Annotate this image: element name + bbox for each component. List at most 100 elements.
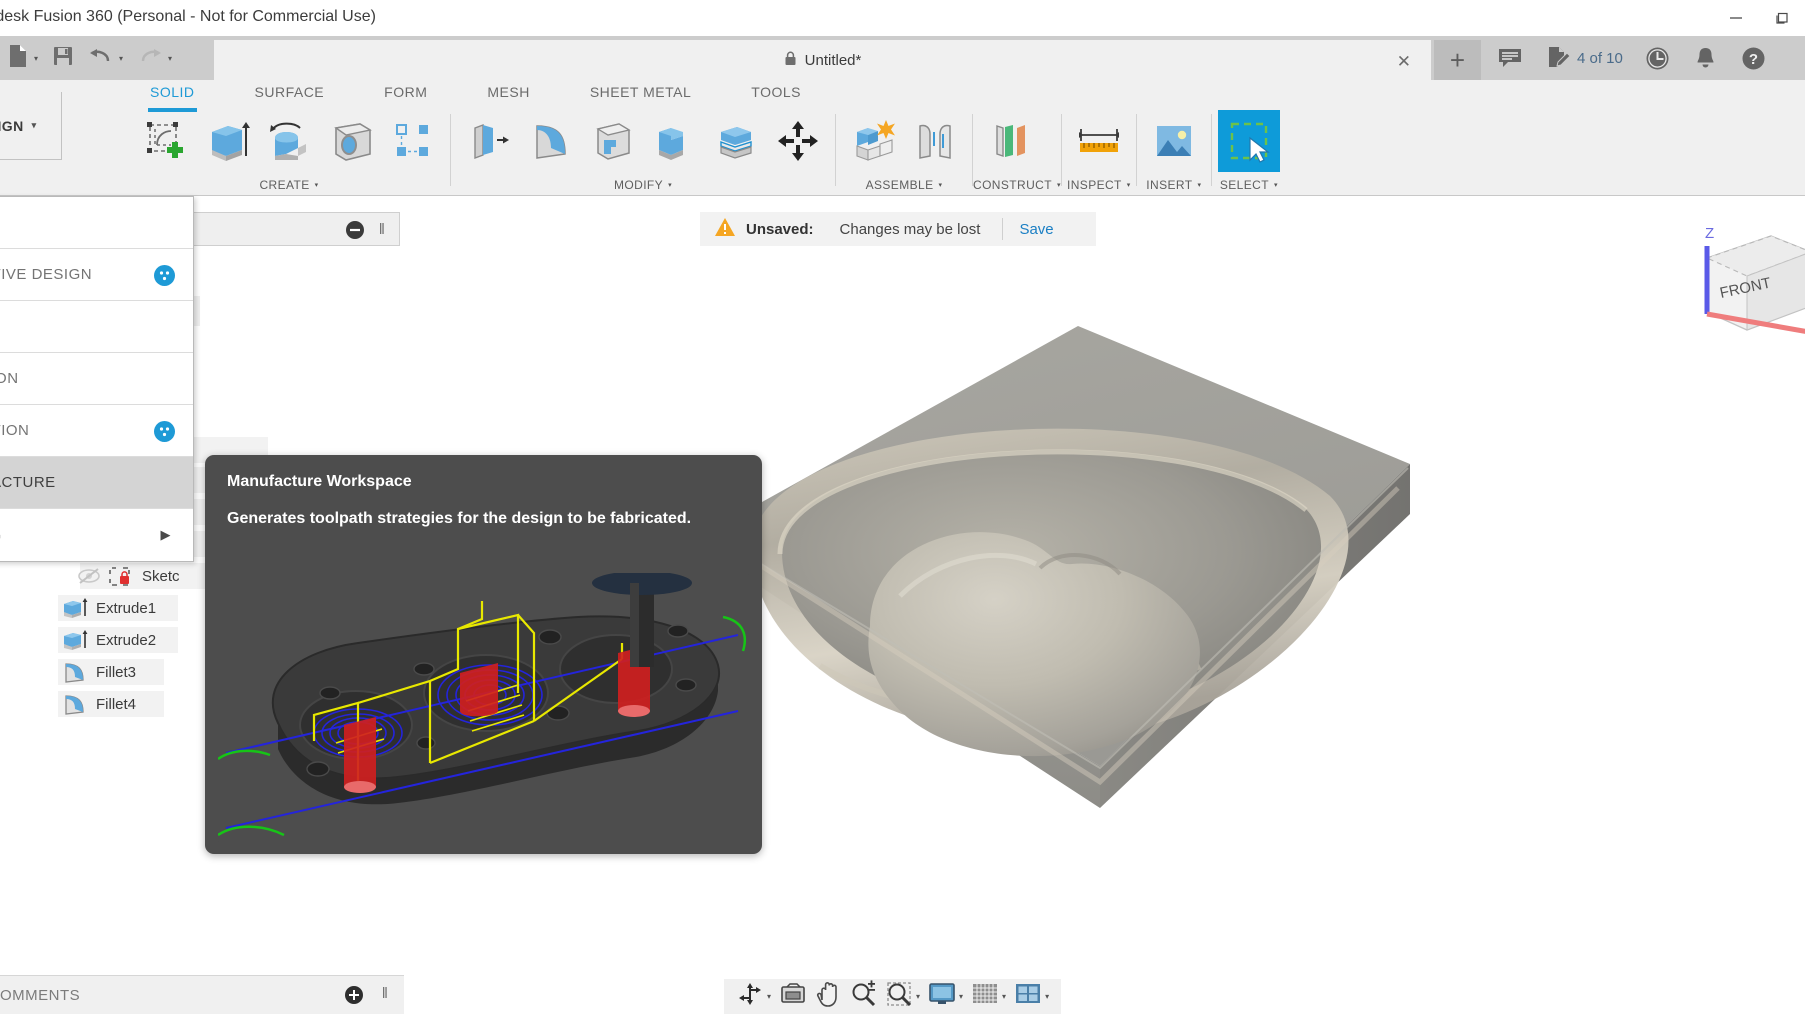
comment-icon[interactable] bbox=[1487, 36, 1533, 80]
tab-surface[interactable]: SURFACE bbox=[225, 80, 355, 106]
tab-solid[interactable]: SOLID bbox=[120, 80, 225, 112]
zoom-button[interactable] bbox=[845, 979, 881, 1014]
chevron-down-icon: ▾ bbox=[119, 53, 124, 63]
tab-tools[interactable]: TOOLS bbox=[721, 80, 831, 106]
new-sketch-icon[interactable] bbox=[134, 110, 196, 172]
grid-snaps-button[interactable]: ▾ bbox=[967, 979, 1010, 1014]
panel-modify-tools bbox=[451, 108, 835, 174]
panel-grip[interactable]: ‖ bbox=[379, 221, 385, 238]
minimize-button[interactable] bbox=[1713, 0, 1759, 36]
help-icon[interactable]: ? bbox=[1731, 36, 1777, 80]
divider bbox=[1002, 218, 1004, 240]
close-document-icon[interactable]: ✕ bbox=[1397, 52, 1411, 72]
pan-button[interactable] bbox=[811, 979, 845, 1014]
new-document-button[interactable]: ▾ bbox=[0, 36, 45, 80]
display-settings-icon bbox=[928, 981, 956, 1012]
panel-modify-label[interactable]: MODIFY ▾ bbox=[451, 174, 835, 196]
select-window-icon[interactable] bbox=[1217, 110, 1280, 172]
pattern-icon[interactable] bbox=[382, 110, 444, 172]
title-bar: todesk Fusion 360 (Personal - Not for Co… bbox=[0, 0, 1805, 36]
panel-inspect-label[interactable]: INSPECT ▾ bbox=[1062, 174, 1136, 196]
bell-icon[interactable] bbox=[1683, 36, 1729, 80]
extrude-icon[interactable] bbox=[196, 110, 258, 172]
unsaved-notification-bar: Unsaved: Changes may be lost Save bbox=[700, 212, 1096, 246]
comments-bar[interactable]: OMMENTS ‖ bbox=[0, 975, 404, 1014]
panel-select: SELECT ▾ bbox=[1212, 108, 1286, 196]
viewports-icon bbox=[1014, 981, 1042, 1012]
collapse-icon[interactable] bbox=[345, 220, 365, 245]
add-comment-icon[interactable] bbox=[344, 985, 364, 1009]
quick-access-right: 4 of 10 ? bbox=[1487, 36, 1777, 80]
new-tab-button[interactable]: + bbox=[1434, 40, 1481, 80]
panel-select-label[interactable]: SELECT ▾ bbox=[1212, 174, 1286, 196]
new-component-icon[interactable] bbox=[842, 110, 904, 172]
restore-button[interactable] bbox=[1759, 0, 1805, 36]
revolve-icon[interactable] bbox=[258, 110, 320, 172]
panel-assemble-label[interactable]: ASSEMBLE ▾ bbox=[836, 174, 972, 196]
workspace-menu-item-render[interactable]: NDER bbox=[0, 301, 193, 353]
zoom-window-icon bbox=[885, 980, 913, 1013]
panel-assemble-label-text: ASSEMBLE bbox=[865, 178, 934, 192]
combine-icon[interactable] bbox=[643, 110, 705, 172]
chevron-down-icon: ▾ bbox=[34, 53, 39, 63]
workspace-menu-item-drawing[interactable]: AWING ▶ bbox=[0, 509, 193, 561]
press-pull-icon[interactable] bbox=[457, 110, 519, 172]
tab-form[interactable]: FORM bbox=[354, 80, 457, 106]
workspace-menu-item-simulation[interactable]: MULATION bbox=[0, 405, 193, 457]
panel-construct: CONSTRUCT ▾ bbox=[973, 108, 1061, 196]
measure-icon[interactable] bbox=[1068, 110, 1130, 172]
viewports-button[interactable]: ▾ bbox=[1010, 979, 1053, 1014]
save-button[interactable] bbox=[45, 36, 81, 80]
hole-icon[interactable] bbox=[320, 110, 382, 172]
joint-icon[interactable] bbox=[904, 110, 966, 172]
tab-mesh[interactable]: MESH bbox=[457, 80, 559, 106]
ribbon: SOLID SURFACE FORM MESH SHEET METAL TOOL… bbox=[0, 80, 1805, 196]
zoom-window-button[interactable]: ▾ bbox=[881, 979, 924, 1014]
panel-assemble-tools bbox=[836, 108, 972, 174]
workspace-menu-item-manufacture[interactable]: ANUFACTURE bbox=[0, 457, 193, 509]
insert-image-icon[interactable] bbox=[1143, 110, 1205, 172]
fillet-icon[interactable] bbox=[519, 110, 581, 172]
display-settings-button[interactable]: ▾ bbox=[924, 979, 967, 1014]
app-title: todesk Fusion 360 (Personal - Not for Co… bbox=[0, 8, 376, 25]
tooltip-title: Manufacture Workspace bbox=[227, 473, 412, 490]
workspace-menu-item-label: ANUFACTURE bbox=[0, 474, 56, 491]
new-document-icon bbox=[7, 44, 29, 73]
orbit-button[interactable]: ▾ bbox=[732, 979, 775, 1014]
shell-icon[interactable] bbox=[581, 110, 643, 172]
extensions-icon[interactable] bbox=[1535, 36, 1581, 80]
chevron-down-icon: ▾ bbox=[314, 182, 319, 189]
workspace-menu-item-design[interactable]: SIGN bbox=[0, 197, 193, 249]
panel-construct-label[interactable]: CONSTRUCT ▾ bbox=[973, 174, 1061, 196]
chevron-down-icon: ▾ bbox=[938, 182, 943, 189]
workspace-menu-item-label: NERATIVE DESIGN bbox=[0, 266, 93, 283]
workspace-menu-item-generative-design[interactable]: NERATIVE DESIGN bbox=[0, 249, 193, 301]
workspace-switcher-button[interactable]: DESIGN ▾ bbox=[0, 92, 62, 160]
panel-inspect: INSPECT ▾ bbox=[1062, 108, 1136, 196]
look-at-button[interactable] bbox=[775, 979, 811, 1014]
eye-hidden-icon[interactable] bbox=[74, 567, 104, 585]
panel-inspect-tools bbox=[1062, 108, 1136, 174]
panel-insert-label[interactable]: INSERT ▾ bbox=[1137, 174, 1211, 196]
move-copy-icon[interactable] bbox=[767, 110, 829, 172]
chevron-down-icon: ▾ bbox=[168, 53, 173, 63]
comments-label: OMMENTS bbox=[0, 986, 81, 1004]
offset-plane-icon[interactable] bbox=[979, 110, 1041, 172]
document-tab[interactable]: Untitled* ✕ bbox=[214, 40, 1431, 80]
view-cube[interactable]: Z FRONT bbox=[1683, 220, 1805, 340]
comments-grip[interactable]: ‖ bbox=[382, 985, 388, 1002]
clock-icon[interactable] bbox=[1635, 36, 1681, 80]
save-link[interactable]: Save bbox=[1019, 221, 1053, 238]
tab-sheet-metal[interactable]: SHEET METAL bbox=[560, 80, 721, 106]
panel-create: CREATE ▾ bbox=[128, 108, 450, 196]
panel-create-label[interactable]: CREATE ▾ bbox=[128, 174, 450, 196]
panel-modify-label-text: MODIFY bbox=[614, 178, 664, 192]
undo-button[interactable]: ▾ bbox=[81, 36, 130, 80]
window-controls bbox=[1713, 0, 1805, 36]
chevron-down-icon: ▾ bbox=[31, 120, 37, 130]
workspace-menu-item-animation[interactable]: IIMATION bbox=[0, 353, 193, 405]
split-face-icon[interactable] bbox=[705, 110, 767, 172]
redo-button[interactable]: ▾ bbox=[130, 36, 179, 80]
zoom-icon bbox=[849, 980, 877, 1013]
panel-modify: MODIFY ▾ bbox=[451, 108, 835, 196]
